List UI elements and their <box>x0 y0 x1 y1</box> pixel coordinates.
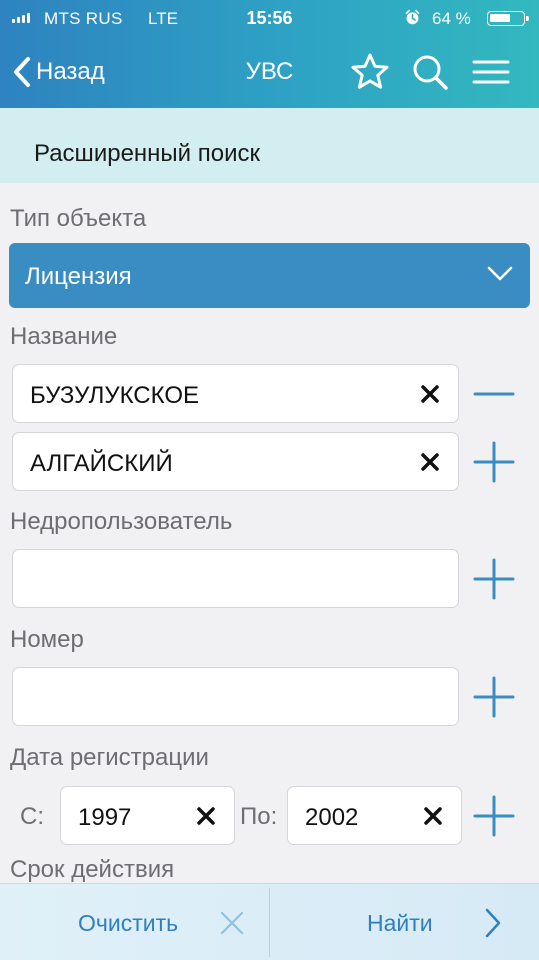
add-name-button[interactable] <box>473 441 515 483</box>
validity-period-label: Срок действия <box>10 856 175 883</box>
battery-fill <box>490 14 510 22</box>
subsoil-user-field[interactable] <box>12 549 459 608</box>
search-form: Тип объекта Лицензия Название БУЗУЛУКСКО… <box>0 183 539 883</box>
date-to-value: 2002 <box>305 804 359 831</box>
close-icon <box>220 911 244 935</box>
name-label: Название <box>10 323 118 350</box>
alarm-clock-icon <box>405 9 420 25</box>
back-button[interactable]: Назад <box>12 52 105 92</box>
clear-button-label: Очистить <box>78 910 179 936</box>
object-type-select[interactable]: Лицензия <box>9 243 530 308</box>
section-title: Расширенный поиск <box>34 140 260 167</box>
subsoil-user-label: Недропользователь <box>10 508 233 535</box>
chevron-left-icon <box>14 57 30 87</box>
name-field-1[interactable]: БУЗУЛУКСКОЕ <box>12 364 459 423</box>
add-subsoil-user-button[interactable] <box>473 558 515 600</box>
clear-button[interactable]: Очистить <box>0 884 269 960</box>
clear-icon[interactable] <box>423 806 443 826</box>
number-label: Номер <box>10 626 84 653</box>
add-date-range-button[interactable] <box>473 795 515 837</box>
chevron-right-icon <box>485 908 501 938</box>
chevron-down-icon <box>487 266 513 281</box>
clear-icon[interactable] <box>420 452 440 472</box>
name-value-2: АЛГАЙСКИЙ <box>30 450 173 477</box>
number-field[interactable] <box>12 667 459 726</box>
object-type-value: Лицензия <box>25 263 132 290</box>
clear-icon[interactable] <box>420 384 440 404</box>
section-header: Расширенный поиск <box>0 108 539 183</box>
battery-percent: 64 % <box>432 9 471 28</box>
add-number-button[interactable] <box>473 676 515 718</box>
object-type-label: Тип объекта <box>10 205 147 232</box>
date-from-value: 1997 <box>78 804 132 831</box>
name-field-2[interactable]: АЛГАЙСКИЙ <box>12 432 459 491</box>
app-header: MTS RUS LTE 15:56 64 % Назад УВС <box>0 0 539 108</box>
clear-icon[interactable] <box>196 806 216 826</box>
date-to-field[interactable]: 2002 <box>287 786 462 845</box>
find-button[interactable]: Найти <box>270 884 539 960</box>
date-from-field[interactable]: 1997 <box>60 786 235 845</box>
find-button-label: Найти <box>367 910 433 936</box>
status-bar: MTS RUS LTE 15:56 64 % <box>0 0 539 36</box>
date-from-label: С: <box>20 803 44 830</box>
back-label: Назад <box>36 58 105 85</box>
search-icon[interactable] <box>410 52 450 92</box>
name-value-1: БУЗУЛУКСКОЕ <box>30 382 200 409</box>
date-to-label: По: <box>240 803 278 830</box>
battery-icon <box>487 11 529 26</box>
menu-icon[interactable] <box>471 52 511 92</box>
star-icon[interactable] <box>350 52 390 92</box>
bottom-action-bar: Очистить Найти <box>0 883 539 960</box>
remove-name-button[interactable] <box>473 373 515 415</box>
registration-date-label: Дата регистрации <box>10 744 209 771</box>
